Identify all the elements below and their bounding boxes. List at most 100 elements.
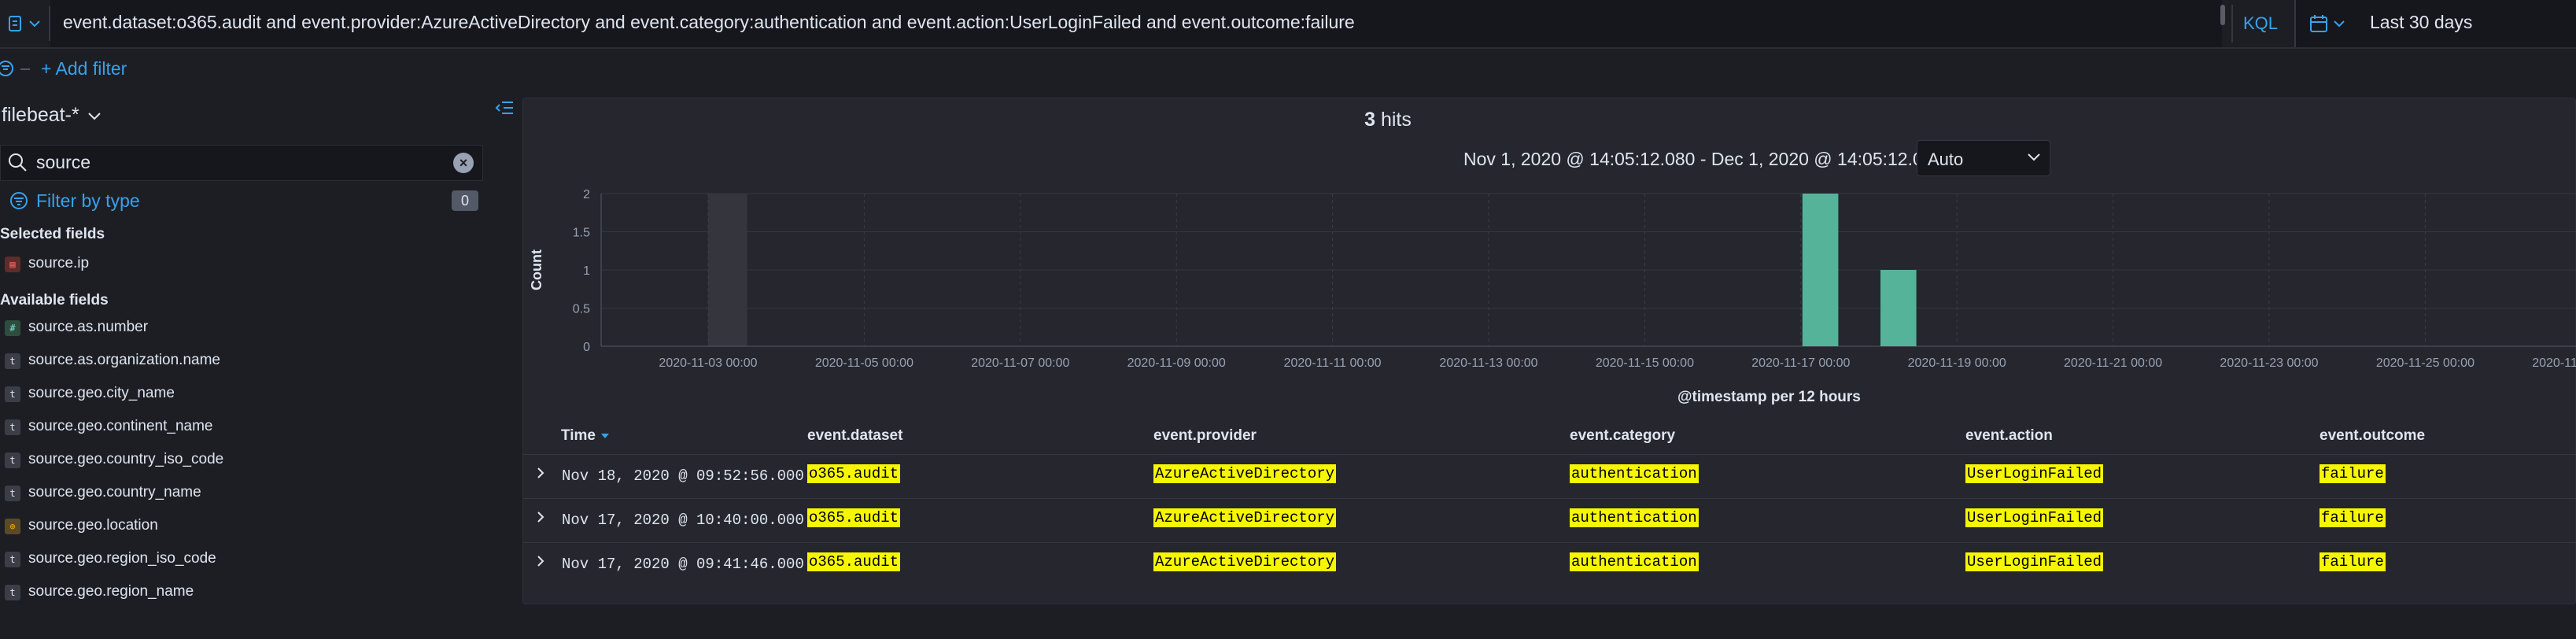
y-tick-label: 1.5	[573, 227, 590, 240]
y-tick-label: 0.5	[573, 303, 590, 316]
cell-category[interactable]: authentication	[1570, 464, 1699, 483]
column-header-event-action[interactable]: event.action	[1965, 427, 2053, 445]
cell-time: Nov 17, 2020 @ 10:40:00.000	[562, 512, 804, 529]
chevron-right-icon[interactable]	[533, 554, 548, 568]
field-item[interactable]: t source.as.organization.name	[0, 347, 483, 377]
cell-dataset[interactable]: o365.audit	[807, 464, 901, 483]
string-type-icon: t	[5, 353, 20, 369]
x-tick-label: 2020-11-21 00:00	[2064, 356, 2162, 370]
filter-count-badge: 0	[452, 190, 478, 211]
cell-action[interactable]: UserLoginFailed	[1965, 508, 2104, 527]
field-name: source.geo.continent_name	[28, 418, 213, 434]
highlighted-value: o365.audit	[807, 508, 901, 527]
field-name: source.geo.region_iso_code	[28, 550, 216, 567]
quick-select-button[interactable]	[2297, 6, 2357, 41]
x-tick-label: 2020-11-25 00:00	[2376, 356, 2475, 370]
time-range-label: Nov 1, 2020 @ 14:05:12.080 - Dec 1, 2020…	[1463, 149, 1943, 169]
table-row[interactable]: Nov 17, 2020 @ 10:40:00.000 o365.audit Azu…	[522, 498, 2576, 543]
index-pattern-selector[interactable]: filebeat-*	[2, 104, 101, 127]
chevron-down-icon	[2334, 20, 2345, 28]
cell-outcome[interactable]: failure	[2320, 552, 2386, 571]
column-header-time[interactable]: Time	[561, 427, 611, 445]
clear-search-icon[interactable]: ×	[453, 153, 474, 173]
string-type-icon: t	[5, 585, 20, 600]
field-item[interactable]: # source.as.number	[0, 314, 483, 344]
chevron-right-icon[interactable]	[533, 466, 548, 480]
highlighted-value: authentication	[1570, 508, 1699, 527]
chevron-right-icon[interactable]	[533, 510, 548, 524]
field-name: source.geo.city_name	[28, 385, 175, 401]
field-search-value[interactable]: source	[36, 152, 90, 173]
sort-descending-icon[interactable]	[600, 430, 611, 441]
string-type-icon: t	[5, 419, 20, 435]
table-row[interactable]: Nov 18, 2020 @ 09:52:56.000 o365.audit Azu…	[522, 454, 2576, 499]
filter-options-icon[interactable]	[0, 60, 14, 77]
cell-provider[interactable]: AzureActiveDirectory	[1153, 552, 1337, 571]
highlighted-value: o365.audit	[807, 552, 901, 571]
interval-value[interactable]: Auto	[1928, 150, 1963, 170]
add-filter-button[interactable]: + Add filter	[41, 58, 127, 79]
field-name: source.geo.region_name	[28, 583, 194, 600]
cell-outcome[interactable]: failure	[2320, 508, 2386, 527]
cell-dataset[interactable]: o365.audit	[807, 508, 901, 527]
hits-counter: 3 hits	[522, 109, 2253, 131]
number-type-icon: #	[5, 320, 20, 336]
field-item[interactable]: t source.geo.region_iso_code	[0, 545, 483, 575]
filter-by-type-button[interactable]: Filter by type	[36, 190, 140, 212]
cell-dataset[interactable]: o365.audit	[807, 552, 901, 571]
highlighted-value: UserLoginFailed	[1965, 552, 2104, 571]
collapse-sidebar-icon[interactable]	[494, 98, 515, 118]
table-row[interactable]: Nov 17, 2020 @ 09:41:46.000 o365.audit Azu…	[522, 542, 2576, 587]
column-header-event-category[interactable]: event.category	[1570, 427, 1675, 445]
highlighted-value: UserLoginFailed	[1965, 508, 2104, 527]
x-tick-label: 2020-11-05 00:00	[815, 356, 913, 370]
cell-provider[interactable]: AzureActiveDirectory	[1153, 464, 1337, 483]
cell-action[interactable]: UserLoginFailed	[1965, 464, 2104, 483]
query-language-button[interactable]: KQL	[2231, 5, 2288, 42]
x-tick-label: 2020-11-15 00:00	[1596, 356, 1694, 370]
x-tick-label: 2020-11-03 00:00	[659, 356, 757, 370]
field-item[interactable]: t source.geo.country_iso_code	[0, 446, 483, 476]
column-header-event-provider[interactable]: event.provider	[1153, 427, 1257, 445]
query-scrollbar[interactable]	[2220, 5, 2225, 25]
field-item[interactable]: t source.geo.country_name	[0, 479, 483, 509]
calendar-icon	[2310, 15, 2327, 32]
highlighted-value: o365.audit	[807, 464, 901, 483]
chevron-down-icon	[29, 20, 40, 28]
cell-outcome[interactable]: failure	[2320, 464, 2386, 483]
string-type-icon: t	[5, 386, 20, 402]
y-axis-title: Count	[529, 249, 544, 290]
date-range-label[interactable]: Last 30 days	[2370, 12, 2472, 33]
query-text[interactable]: event.dataset:o365.audit and event.provi…	[63, 12, 1355, 33]
cell-action[interactable]: UserLoginFailed	[1965, 552, 2104, 571]
cell-provider[interactable]: AzureActiveDirectory	[1153, 508, 1337, 527]
cell-time: Nov 17, 2020 @ 09:41:46.000	[562, 556, 804, 573]
highlighted-value: AzureActiveDirectory	[1153, 464, 1337, 483]
x-tick-label: 2020-11-09 00:00	[1127, 356, 1226, 370]
field-item[interactable]: ⊕ source.geo.location	[0, 512, 483, 542]
highlighted-value: failure	[2320, 508, 2386, 527]
field-item[interactable]: t source.geo.region_name	[0, 578, 483, 608]
saved-query-icon	[9, 16, 21, 31]
highlighted-value: UserLoginFailed	[1965, 464, 2104, 483]
histogram-chart[interactable]: 0 0.5 1 1.5 2 2020-11-03 00:00 2020-11-05 00:0…	[522, 181, 2576, 417]
x-tick-label: 2020-11-27 00:00	[2532, 356, 2576, 370]
field-item[interactable]: t source.geo.continent_name	[0, 413, 483, 443]
column-header-event-dataset[interactable]: event.dataset	[807, 427, 902, 445]
saved-query-menu-button[interactable]	[0, 6, 50, 41]
field-name: source.as.organization.name	[28, 352, 220, 368]
search-icon	[9, 153, 27, 172]
x-tick-label: 2020-11-13 00:00	[1439, 356, 1537, 370]
cell-category[interactable]: authentication	[1570, 508, 1699, 527]
highlighted-value: AzureActiveDirectory	[1153, 552, 1337, 571]
histogram-bar	[1880, 270, 1917, 346]
column-header-event-outcome[interactable]: event.outcome	[2320, 427, 2425, 445]
column-header-label: Time	[561, 427, 596, 444]
field-item[interactable]: t source.geo.city_name	[0, 380, 483, 410]
cell-category[interactable]: authentication	[1570, 552, 1699, 571]
field-name: source.as.number	[28, 319, 149, 335]
field-name: source.geo.country_name	[28, 484, 201, 500]
field-item[interactable]: ▤ source.ip	[0, 250, 483, 280]
geo-point-type-icon: ⊕	[5, 519, 20, 534]
filter-icon	[10, 192, 28, 209]
